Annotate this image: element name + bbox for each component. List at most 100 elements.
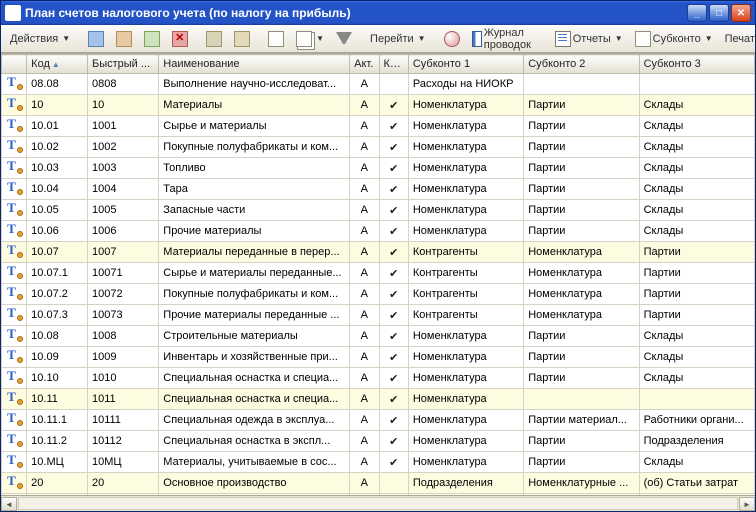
cell-act: А bbox=[350, 179, 379, 200]
col-act-header[interactable]: Акт. bbox=[350, 55, 379, 74]
goto-menu[interactable]: Перейти▼ bbox=[365, 28, 431, 50]
subconto-menu[interactable]: Субконто▼ bbox=[630, 28, 718, 50]
col-fast-header[interactable]: Быстрый ... bbox=[87, 55, 158, 74]
cell-kol bbox=[379, 74, 408, 95]
cell-code: 10.01 bbox=[27, 116, 88, 137]
hierarchy-button[interactable] bbox=[201, 28, 227, 50]
cell-code: 10.03 bbox=[27, 158, 88, 179]
account-row-icon: T bbox=[7, 118, 21, 131]
account-row-icon: T bbox=[7, 223, 21, 236]
cell-sub2: Партии bbox=[524, 368, 639, 389]
table-row[interactable]: T10.07.210072Покупные полуфабрикаты и ко… bbox=[2, 284, 755, 305]
cell-fast: 1004 bbox=[87, 179, 158, 200]
cell-sub2 bbox=[524, 389, 639, 410]
table-row[interactable]: T10.111011Специальная оснастка и специа.… bbox=[2, 389, 755, 410]
cell-code: 10.07.2 bbox=[27, 284, 88, 305]
cell-sub1: Контрагенты bbox=[408, 263, 523, 284]
table-row[interactable]: T08.080808Выполнение научно-исследоват..… bbox=[2, 74, 755, 95]
table-row[interactable]: T10.07.110071Сырье и материалы переданны… bbox=[2, 263, 755, 284]
table-header-row[interactable]: Код▲ Быстрый ... Наименование Акт. Кол. … bbox=[2, 55, 755, 74]
add-group-button[interactable] bbox=[111, 28, 137, 50]
add-button[interactable] bbox=[83, 28, 109, 50]
titlebar[interactable]: План счетов налогового учета (по налогу … bbox=[1, 1, 755, 25]
copy-button[interactable]: ▼ bbox=[291, 28, 329, 50]
reports-menu[interactable]: Отчеты▼ bbox=[550, 28, 628, 50]
edit-button[interactable] bbox=[139, 28, 165, 50]
table-row[interactable]: T10.11.110111Специальная одежда в эксплу… bbox=[2, 410, 755, 431]
table-row[interactable]: T10.091009Инвентарь и хозяйственные при.… bbox=[2, 347, 755, 368]
table-row[interactable]: T10.031003ТопливоА✔НоменклатураПартииСкл… bbox=[2, 158, 755, 179]
move-button[interactable] bbox=[229, 28, 255, 50]
delete-button[interactable] bbox=[167, 28, 193, 50]
table-row[interactable]: T10.061006Прочие материалыА✔Номенклатура… bbox=[2, 221, 755, 242]
cell-sub1: Номенклатура bbox=[408, 431, 523, 452]
account-row-icon: T bbox=[7, 328, 21, 341]
table-row[interactable]: T10.051005Запасные частиА✔НоменклатураПа… bbox=[2, 200, 755, 221]
col-code-header[interactable]: Код▲ bbox=[27, 55, 88, 74]
cell-sub3: Склады bbox=[639, 158, 754, 179]
cell-name: Инвентарь и хозяйственные при... bbox=[159, 347, 350, 368]
refresh-button[interactable] bbox=[439, 28, 465, 50]
cell-code: 10 bbox=[27, 95, 88, 116]
col-icon-header[interactable] bbox=[2, 55, 27, 74]
cell-fast: 10МЦ bbox=[87, 452, 158, 473]
table-row[interactable]: T10.011001Сырье и материалыА✔Номенклатур… bbox=[2, 116, 755, 137]
table-row[interactable]: T10.041004ТараА✔НоменклатураПартииСклады bbox=[2, 179, 755, 200]
cell-fast: 1006 bbox=[87, 221, 158, 242]
col-sub1-header[interactable]: Субконто 1 bbox=[408, 55, 523, 74]
toolbar: Действия▼ ▼ Перейти▼ Журнал проводок Отч… bbox=[1, 25, 755, 53]
close-button[interactable]: ✕ bbox=[731, 4, 751, 22]
grid-area[interactable]: Код▲ Быстрый ... Наименование Акт. Кол. … bbox=[1, 53, 755, 495]
cell-code: 10.09 bbox=[27, 347, 88, 368]
account-row-icon: T bbox=[7, 76, 21, 89]
cell-sub3: Партии bbox=[639, 305, 754, 326]
cell-sub3: (об) Статьи затрат bbox=[639, 473, 754, 494]
table-row[interactable]: T10.07.310073Прочие материалы переданные… bbox=[2, 305, 755, 326]
filter-button[interactable] bbox=[331, 28, 357, 50]
actions-menu[interactable]: Действия▼ bbox=[5, 28, 75, 50]
cell-kol: ✔ bbox=[379, 158, 408, 179]
cell-kol: ✔ bbox=[379, 179, 408, 200]
app-window: План счетов налогового учета (по налогу … bbox=[0, 0, 756, 512]
account-row-icon: T bbox=[7, 244, 21, 257]
cell-code: 10.07.3 bbox=[27, 305, 88, 326]
accounts-table[interactable]: Код▲ Быстрый ... Наименование Акт. Кол. … bbox=[1, 54, 755, 495]
maximize-button[interactable]: □ bbox=[709, 4, 729, 22]
cell-fast: 0808 bbox=[87, 74, 158, 95]
account-row-icon: T bbox=[7, 412, 21, 425]
minimize-button[interactable]: _ bbox=[687, 4, 707, 22]
scroll-track[interactable] bbox=[18, 497, 738, 510]
table-row[interactable]: T20.012001Основное производствоАПодразде… bbox=[2, 494, 755, 496]
horizontal-scrollbar[interactable]: ◄ ► bbox=[1, 495, 755, 511]
cell-sub1: Номенклатура bbox=[408, 221, 523, 242]
table-row[interactable]: T10.081008Строительные материалыА✔Номенк… bbox=[2, 326, 755, 347]
table-row[interactable]: T10.021002Покупные полуфабрикаты и ком..… bbox=[2, 137, 755, 158]
table-row[interactable]: T10.МЦ10МЦМатериалы, учитываемые в сос..… bbox=[2, 452, 755, 473]
cell-fast: 1008 bbox=[87, 326, 158, 347]
scroll-left-button[interactable]: ◄ bbox=[1, 497, 17, 511]
cell-fast: 1003 bbox=[87, 158, 158, 179]
cell-kol: ✔ bbox=[379, 389, 408, 410]
cell-sub1: Номенклатура bbox=[408, 95, 523, 116]
table-row[interactable]: T10.101010Специальная оснастка и специа.… bbox=[2, 368, 755, 389]
col-kol-header[interactable]: Кол. bbox=[379, 55, 408, 74]
cell-sub3: Склады bbox=[639, 452, 754, 473]
journal-button[interactable]: Журнал проводок bbox=[467, 28, 542, 50]
table-row[interactable]: T10.11.210112Специальная оснастка в эксп… bbox=[2, 431, 755, 452]
doc-button[interactable] bbox=[263, 28, 289, 50]
col-sub3-header[interactable]: Субконто 3 bbox=[639, 55, 754, 74]
col-name-header[interactable]: Наименование bbox=[159, 55, 350, 74]
scroll-right-button[interactable]: ► bbox=[739, 497, 755, 511]
cell-kol: ✔ bbox=[379, 95, 408, 116]
cell-name: Материалы переданные в перер... bbox=[159, 242, 350, 263]
cell-sub2: Партии bbox=[524, 452, 639, 473]
cell-kol: ✔ bbox=[379, 263, 408, 284]
cell-code: 10.02 bbox=[27, 137, 88, 158]
cell-sub2: Партии bbox=[524, 431, 639, 452]
col-sub2-header[interactable]: Субконто 2 bbox=[524, 55, 639, 74]
cell-sub1: Номенклатура bbox=[408, 200, 523, 221]
print-menu[interactable]: Печать▼ bbox=[720, 28, 756, 50]
table-row[interactable]: T10.071007Материалы переданные в перер..… bbox=[2, 242, 755, 263]
table-row[interactable]: T1010МатериалыА✔НоменклатураПартииСклады bbox=[2, 95, 755, 116]
table-row[interactable]: T2020Основное производствоАПодразделения… bbox=[2, 473, 755, 494]
